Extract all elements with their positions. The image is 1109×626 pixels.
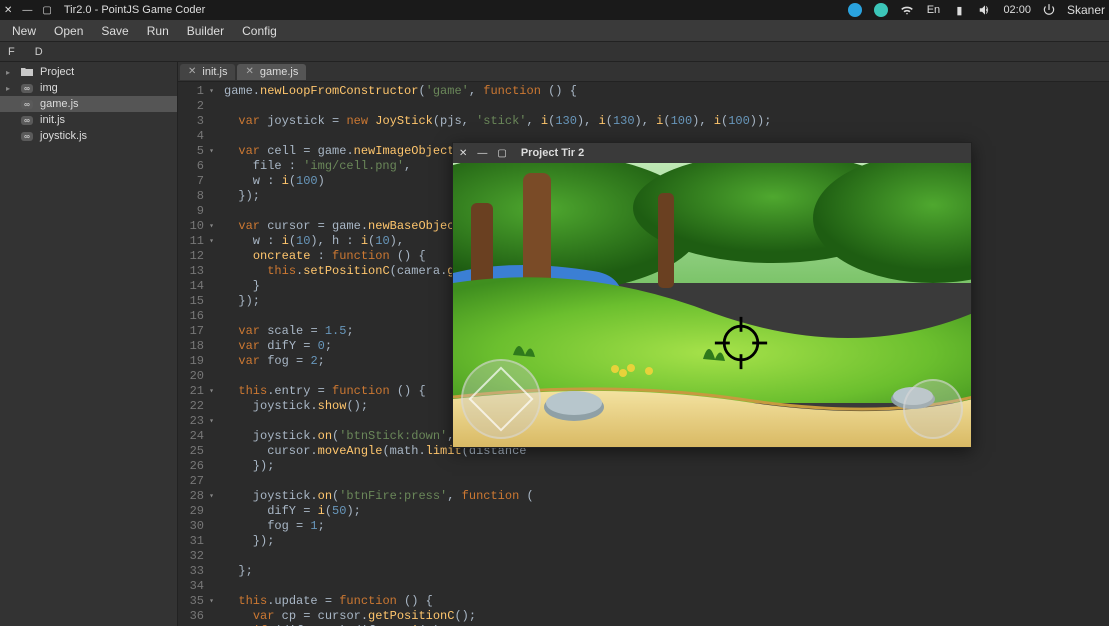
sidebar-item-Project[interactable]: ▸ Project (0, 64, 177, 80)
menubar: NewOpenSaveRunBuilderConfig (0, 20, 1109, 42)
sidebar-item-label: Project (40, 66, 74, 78)
wifi-icon[interactable] (899, 2, 915, 18)
close-icon[interactable]: ✕ (245, 66, 253, 77)
maximize-icon[interactable]: ▢ (42, 5, 51, 16)
close-icon[interactable]: ✕ (188, 66, 196, 77)
sidebar-item-label: img (40, 82, 58, 94)
power-icon[interactable] (1041, 2, 1057, 18)
telegram-icon[interactable] (847, 2, 863, 18)
clock[interactable]: 02:00 (1003, 4, 1031, 16)
menu-run[interactable]: Run (139, 22, 177, 40)
sidebar-item-img[interactable]: ▸ ∞ img (0, 80, 177, 96)
sidebar-item-label: game.js (40, 98, 79, 110)
user-label[interactable]: Skaner (1067, 3, 1105, 17)
menu-new[interactable]: New (4, 22, 44, 40)
close-icon[interactable]: ✕ (459, 148, 467, 159)
game-preview-window[interactable]: ✕ — ▢ Project Tir 2 (452, 142, 972, 448)
game-canvas[interactable] (453, 163, 971, 447)
sidebar: ▸ Project ▸ ∞ img ∞ game.js ∞ init.js ∞ joystick.j… (0, 62, 178, 626)
sidebar-item-label: init.js (40, 114, 65, 126)
menu-builder[interactable]: Builder (179, 22, 232, 40)
game-window-title: Project Tir 2 (521, 147, 584, 159)
crosshair-icon (713, 315, 769, 371)
maximize-icon[interactable]: ▢ (497, 148, 506, 159)
chain-icon: ∞ (20, 82, 34, 94)
tab-label: game.js (260, 66, 299, 78)
chat-icon[interactable] (873, 2, 889, 18)
chain-icon: ∞ (20, 114, 34, 126)
app-title: Tir2.0 - PointJS Game Coder (64, 4, 205, 16)
virtual-joystick-fire[interactable] (903, 379, 963, 439)
chain-icon: ∞ (20, 98, 34, 110)
volume-icon[interactable] (977, 2, 993, 18)
toolbar-d[interactable]: D (31, 46, 47, 58)
system-tray: En ▮ 02:00 Skaner (847, 2, 1105, 18)
project-icon (20, 66, 34, 78)
tab-label: init.js (202, 66, 227, 78)
minimize-icon[interactable]: — (477, 148, 487, 159)
line-gutter: 1234567891011121314151617181920212223242… (178, 84, 210, 626)
menu-save[interactable]: Save (93, 22, 136, 40)
minimize-icon[interactable]: — (22, 5, 32, 16)
battery-icon[interactable]: ▮ (951, 2, 967, 18)
game-window-titlebar[interactable]: ✕ — ▢ Project Tir 2 (453, 143, 971, 163)
tab-game-js[interactable]: ✕ game.js (237, 64, 306, 80)
os-titlebar: ✕ — ▢ Tir2.0 - PointJS Game Coder En ▮ 0… (0, 0, 1109, 20)
toolbar-f[interactable]: F (4, 46, 19, 58)
tab-init-js[interactable]: ✕ init.js (180, 64, 235, 80)
sidebar-item-label: joystick.js (40, 130, 87, 142)
sidebar-item-game-js[interactable]: ∞ game.js (0, 96, 177, 112)
chain-icon: ∞ (20, 130, 34, 142)
language-indicator[interactable]: En (925, 2, 941, 18)
chevron-right-icon: ▸ (6, 84, 14, 93)
close-icon[interactable]: ✕ (4, 5, 12, 16)
sidebar-item-joystick-js[interactable]: ∞ joystick.js (0, 128, 177, 144)
editor-tabstrip: ✕ init.js ✕ game.js (178, 62, 1109, 82)
virtual-joystick-move[interactable] (461, 359, 541, 439)
window-controls: ✕ — ▢ (4, 5, 52, 16)
menu-open[interactable]: Open (46, 22, 91, 40)
sidebar-item-init-js[interactable]: ∞ init.js (0, 112, 177, 128)
toolbar: F D (0, 42, 1109, 62)
menu-config[interactable]: Config (234, 22, 285, 40)
chevron-right-icon: ▸ (6, 68, 14, 77)
